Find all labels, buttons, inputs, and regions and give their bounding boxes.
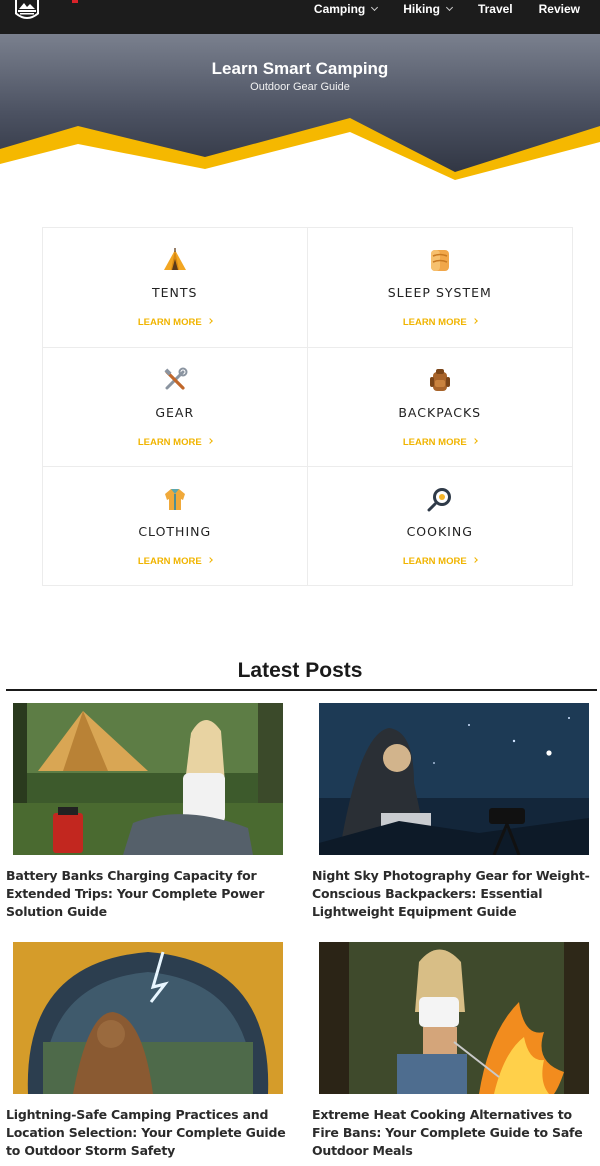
learn-more-label: LEARN MORE	[137, 556, 202, 567]
top-navbar: Camping Hiking Travel Review	[0, 0, 600, 34]
post-title[interactable]: Battery Banks Charging Capacity for Exte…	[6, 867, 289, 921]
learn-more-link[interactable]: LEARN MORE	[43, 556, 307, 567]
latest-posts-heading: Latest Posts	[237, 659, 363, 682]
nav-item-camping[interactable]: Camping	[313, 2, 379, 16]
category-backpacks[interactable]: BACKPACKS LEARN MORE	[307, 348, 573, 467]
category-title: BACKPACKS	[398, 405, 482, 420]
learn-more-link[interactable]: LEARN MORE	[308, 556, 573, 567]
learn-more-label: LEARN MORE	[402, 317, 467, 328]
nav-item-label: Camping	[313, 2, 366, 16]
category-cooking[interactable]: COOKING LEARN MORE	[308, 467, 573, 585]
post-thumbnail[interactable]	[319, 942, 589, 1094]
learn-more-link[interactable]: LEARN MORE	[43, 317, 307, 328]
category-clothing[interactable]: CLOTHING LEARN MORE	[43, 467, 308, 585]
chevron-right-icon	[471, 557, 478, 564]
chevron-right-icon	[206, 438, 213, 445]
category-title: COOKING	[406, 524, 473, 539]
frying-pan-icon	[427, 486, 453, 512]
nav-item-review[interactable]: Review	[539, 2, 580, 16]
learn-more-link[interactable]: LEARN MORE	[308, 437, 573, 448]
category-grid: TENTS LEARN MORE SLEEP SYSTEM LEARN MORE…	[42, 227, 573, 586]
category-title: SLEEP SYSTEM	[387, 285, 492, 300]
jacket-icon	[162, 486, 188, 512]
nav-item-hiking[interactable]: Hiking	[403, 2, 453, 16]
learn-more-label: LEARN MORE	[137, 317, 202, 328]
learn-more-link[interactable]: LEARN MORE	[43, 437, 307, 448]
tools-icon	[162, 367, 188, 393]
backpack-icon	[427, 367, 453, 393]
tent-icon	[162, 247, 188, 273]
post-title[interactable]: Extreme Heat Cooking Alternatives to Fir…	[312, 1106, 595, 1160]
nav-item-label: Hiking	[403, 2, 440, 16]
learn-more-link[interactable]: LEARN MORE	[308, 317, 573, 328]
nav-item-travel[interactable]: Travel	[478, 2, 513, 16]
category-sleep-system[interactable]: SLEEP SYSTEM LEARN MORE	[307, 228, 573, 348]
category-title: TENTS	[152, 285, 198, 300]
section-divider	[6, 689, 597, 691]
chevron-right-icon	[471, 318, 478, 325]
post-thumbnail[interactable]	[13, 703, 283, 855]
chevron-right-icon	[206, 318, 213, 325]
learn-more-label: LEARN MORE	[402, 556, 467, 567]
logo-accent-mark	[72, 0, 78, 3]
post-title[interactable]: Lightning-Safe Camping Practices and Loc…	[6, 1106, 289, 1160]
post-title[interactable]: Night Sky Photography Gear for Weight-Co…	[312, 867, 595, 921]
chevron-right-icon	[471, 438, 478, 445]
learn-more-label: LEARN MORE	[402, 437, 467, 448]
category-tents[interactable]: TENTS LEARN MORE	[43, 228, 308, 348]
nav-item-label: Review	[538, 2, 580, 16]
category-gear[interactable]: GEAR LEARN MORE	[43, 348, 308, 467]
category-title: CLOTHING	[138, 524, 212, 539]
hero-title: Learn Smart Camping	[211, 59, 389, 78]
learn-more-label: LEARN MORE	[137, 437, 202, 448]
hero-banner: Learn Smart Camping Outdoor Gear Guide	[0, 34, 600, 180]
nav-item-label: Travel	[477, 2, 513, 16]
post-thumbnail[interactable]	[13, 942, 283, 1094]
hero-subtitle: Outdoor Gear Guide	[250, 81, 350, 93]
chevron-down-icon	[445, 3, 453, 12]
category-title: GEAR	[155, 405, 195, 420]
post-thumbnail[interactable]	[319, 703, 589, 855]
chevron-right-icon	[206, 557, 213, 564]
main-nav: Camping Hiking Travel Review	[314, 0, 580, 18]
site-logo[interactable]	[12, 0, 42, 22]
chevron-down-icon	[371, 3, 379, 12]
sleeping-bag-icon	[427, 247, 453, 273]
hero-background	[0, 34, 600, 180]
